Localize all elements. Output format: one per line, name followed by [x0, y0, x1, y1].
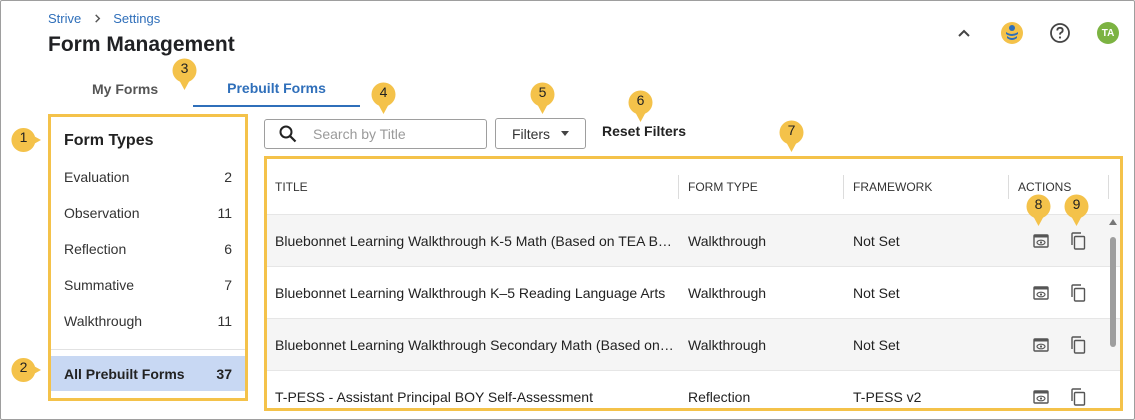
cell-framework: Not Set [853, 336, 900, 353]
cell-form-type: Walkthrough [688, 232, 767, 249]
search-box[interactable] [264, 119, 487, 149]
search-input[interactable] [313, 126, 473, 142]
callout-number: 7 [787, 122, 796, 138]
table-scrollbar[interactable] [1109, 219, 1117, 408]
callout-number: 1 [19, 129, 28, 145]
app-window: Strive Settings Form Management TA My Fo… [0, 0, 1135, 420]
copy-icon[interactable] [1068, 283, 1088, 303]
sidebar-item-walkthrough[interactable]: Walkthrough 11 [51, 303, 245, 339]
sidebar-item-all-prebuilt[interactable]: All Prebuilt Forms 37 [51, 356, 245, 391]
sidebar-item-count: 7 [224, 277, 232, 293]
callout-number: 5 [538, 84, 547, 100]
form-tabs: My Forms Prebuilt Forms [57, 71, 360, 107]
callout-marker: 1 [10, 126, 41, 156]
strive-logo-icon[interactable] [1000, 21, 1024, 45]
sidebar-item-label: Evaluation [64, 169, 130, 185]
sidebar-item-count: 11 [217, 205, 232, 221]
forms-table: TITLE FORM TYPE FRAMEWORK ACTIONS Bluebo… [264, 156, 1123, 411]
breadcrumb-current[interactable]: Settings [113, 11, 160, 26]
preview-icon[interactable] [1031, 283, 1051, 303]
cell-actions [1009, 283, 1109, 303]
cell-actions [1009, 387, 1109, 407]
cell-title: Bluebonnet Learning Walkthrough Secondar… [275, 336, 674, 353]
callout-number: 4 [379, 84, 388, 100]
callout-marker: 8 [1025, 193, 1052, 226]
page-title: Form Management [48, 33, 235, 56]
breadcrumb: Strive Settings [48, 11, 160, 26]
sidebar-item-reflection[interactable]: Reflection 6 [51, 231, 245, 267]
form-types-title: Form Types [64, 132, 154, 149]
callout-marker: 9 [1063, 193, 1090, 226]
copy-icon[interactable] [1068, 231, 1088, 251]
cell-framework: T-PESS v2 [853, 388, 922, 405]
callout-marker: 6 [627, 89, 654, 122]
callout-marker: 5 [529, 81, 556, 114]
chevron-right-icon [95, 14, 101, 23]
column-header-actions: ACTIONS [1009, 159, 1109, 215]
callout-number: 2 [19, 359, 28, 375]
breadcrumb-root-link[interactable]: Strive [48, 11, 81, 26]
help-icon[interactable] [1048, 21, 1072, 45]
preview-icon[interactable] [1031, 335, 1051, 355]
column-header-title[interactable]: TITLE [267, 159, 679, 215]
preview-icon[interactable] [1031, 231, 1051, 251]
sidebar-item-label: All Prebuilt Forms [64, 365, 185, 382]
callout-number: 9 [1072, 196, 1081, 212]
filters-button[interactable]: Filters [495, 118, 586, 149]
chevron-up-icon[interactable] [952, 21, 976, 45]
cell-actions [1009, 231, 1109, 251]
scroll-up-arrow-icon[interactable] [1109, 219, 1117, 225]
tab-prebuilt-forms[interactable]: Prebuilt Forms [193, 71, 360, 107]
scrollbar-thumb[interactable] [1110, 237, 1116, 347]
sidebar-item-count: 6 [224, 241, 232, 257]
sidebar-item-label: Reflection [64, 241, 127, 257]
cell-actions [1009, 335, 1109, 355]
cell-form-type: Reflection [688, 388, 751, 405]
sidebar-item-label: Summative [64, 277, 135, 293]
user-avatar[interactable]: TA [1096, 21, 1120, 45]
callout-marker: 3 [171, 57, 198, 90]
callout-marker: 7 [778, 119, 805, 152]
sidebar-item-observation[interactable]: Observation 11 [51, 195, 245, 231]
table-row[interactable]: T-PESS - Assistant Principal BOY Self-As… [267, 371, 1120, 408]
reset-filters-button[interactable]: Reset Filters [602, 123, 686, 139]
callout-marker: 2 [10, 356, 41, 386]
search-icon [279, 125, 297, 143]
table-row[interactable]: Bluebonnet Learning Walkthrough K-5 Math… [267, 215, 1120, 267]
callout-number: 6 [636, 92, 645, 108]
avatar-initials: TA [1097, 22, 1119, 44]
filters-label: Filters [511, 125, 551, 142]
caret-down-icon [561, 131, 570, 136]
preview-icon[interactable] [1031, 387, 1051, 407]
column-header-framework[interactable]: FRAMEWORK [844, 159, 1009, 215]
copy-icon[interactable] [1068, 335, 1088, 355]
callout-marker: 4 [370, 81, 397, 114]
cell-title: Bluebonnet Learning Walkthrough K–5 Read… [275, 284, 666, 301]
form-types-panel: Form Types Evaluation 2 Observation 11 R… [48, 114, 248, 401]
cell-form-type: Walkthrough [688, 336, 767, 353]
table-row[interactable]: Bluebonnet Learning Walkthrough K–5 Read… [267, 267, 1120, 319]
sidebar-item-evaluation[interactable]: Evaluation 2 [51, 159, 245, 195]
cell-title: Bluebonnet Learning Walkthrough K-5 Math… [275, 232, 672, 249]
sidebar-item-label: Walkthrough [64, 313, 143, 329]
sidebar-divider [51, 349, 245, 350]
sidebar-item-summative[interactable]: Summative 7 [51, 267, 245, 303]
callout-number: 3 [180, 60, 189, 76]
column-header-form-type[interactable]: FORM TYPE [679, 159, 844, 215]
cell-title: T-PESS - Assistant Principal BOY Self-As… [275, 388, 593, 405]
cell-framework: Not Set [853, 284, 900, 301]
cell-framework: Not Set [853, 232, 900, 249]
callout-number: 8 [1034, 196, 1043, 212]
header-actions: TA [928, 21, 1120, 45]
cell-form-type: Walkthrough [688, 284, 767, 301]
table-row[interactable]: Bluebonnet Learning Walkthrough Secondar… [267, 319, 1120, 371]
copy-icon[interactable] [1068, 387, 1088, 407]
sidebar-item-count: 11 [217, 313, 232, 329]
table-header: TITLE FORM TYPE FRAMEWORK ACTIONS [267, 159, 1120, 215]
sidebar-item-count: 37 [216, 365, 232, 382]
sidebar-item-count: 2 [224, 169, 232, 185]
sidebar-item-label: Observation [64, 205, 140, 221]
